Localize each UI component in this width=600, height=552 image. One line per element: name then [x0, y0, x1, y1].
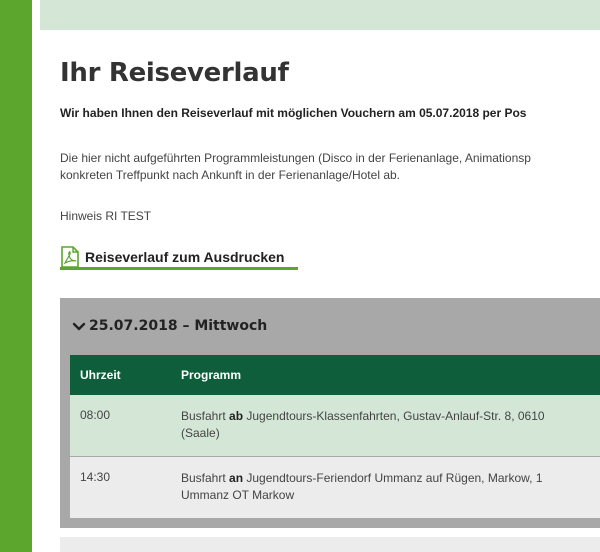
program-direction: an: [229, 471, 244, 485]
program-location-line2: Ummanz OT Markow: [181, 488, 295, 502]
lead-text: Wir haben Ihnen den Reiseverlauf mit mög…: [60, 106, 527, 120]
program-location: Jugendtours-Feriendorf Ummanz auf Rügen,…: [243, 471, 543, 485]
description-line: Die hier nicht aufgeführten Programmleis…: [60, 151, 531, 165]
row-program: Busfahrt an Jugendtours-Feriendorf Umman…: [181, 470, 543, 504]
column-header-program: Programm: [181, 368, 242, 382]
table-row: 14:30 Busfahrt an Jugendtours-Feriendorf…: [70, 457, 600, 518]
table-header: Uhrzeit Programm: [70, 355, 600, 395]
day-panel: 25.07.2018 – Mittwoch Uhrzeit Programm 0…: [60, 298, 600, 528]
program-prefix: Busfahrt: [181, 409, 230, 423]
next-day-panel[interactable]: [60, 537, 600, 552]
table-row: 08:00 Busfahrt ab Jugendtours-Klassenfah…: [70, 395, 600, 456]
chevron-down-icon: [72, 322, 86, 331]
page-title: Ihr Reiseverlauf: [60, 58, 289, 88]
program-prefix: Busfahrt: [181, 471, 230, 485]
main-content: Ihr Reiseverlauf Wir haben Ihnen den Rei…: [60, 0, 600, 552]
description-line: konkreten Treffpunkt nach Ankunft in der…: [60, 168, 400, 182]
day-title: 25.07.2018 – Mittwoch: [89, 318, 268, 334]
hint-text: Hinweis RI TEST: [60, 209, 152, 223]
program-location-line2: (Saale): [181, 426, 220, 440]
print-itinerary-label: Reiseverlauf zum Ausdrucken: [85, 249, 285, 265]
program-direction: ab: [229, 409, 244, 423]
column-header-time: Uhrzeit: [80, 368, 121, 382]
pdf-icon: [61, 246, 79, 268]
left-sidebar-rail: [0, 0, 32, 552]
row-program: Busfahrt ab Jugendtours-Klassenfahrten, …: [181, 408, 545, 442]
program-location: Jugendtours-Klassenfahrten, Gustav-Anlau…: [243, 409, 545, 423]
row-time: 08:00: [80, 408, 111, 422]
description-text: Die hier nicht aufgeführten Programmleis…: [60, 150, 531, 184]
link-underline: [60, 267, 298, 270]
row-time: 14:30: [80, 470, 111, 484]
